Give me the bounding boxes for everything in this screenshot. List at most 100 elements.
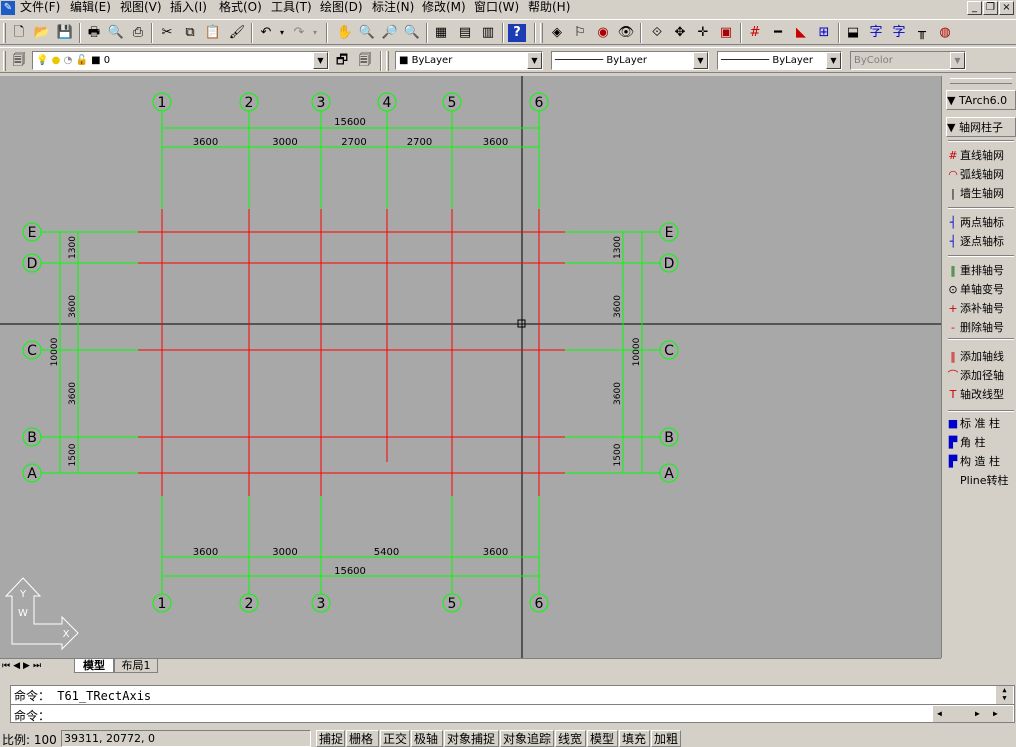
chevron-down-icon[interactable]: ▼	[313, 52, 328, 69]
tarch-icon-17[interactable]: ◍	[936, 24, 954, 42]
panel-splitter[interactable]	[941, 76, 945, 658]
menu-view[interactable]: 视图(V)	[120, 0, 162, 16]
tarch-icon-5[interactable]: ⟐	[648, 24, 666, 42]
layer-combo[interactable]: 💡 ● ◔ 🔓 ■ 0 ▼	[32, 51, 329, 70]
panel-item-9[interactable]: ‖ 添加轴线	[946, 348, 1016, 366]
move-icon[interactable]: ✥	[671, 24, 689, 42]
tarch-icon-3[interactable]: ◉	[594, 24, 612, 42]
panel-item-13[interactable]: ▛ 角 柱	[946, 434, 1016, 452]
lineweight-combo[interactable]: ──────── ByLayer ▼	[717, 51, 842, 70]
status-button-1[interactable]: 栅格	[346, 730, 379, 747]
panel-item-10[interactable]: ⌒ 添加径轴	[946, 367, 1016, 385]
publish-icon[interactable]: ⎙	[129, 24, 147, 42]
panel-item-12[interactable]: ■ 标 准 柱	[946, 415, 1016, 433]
menu-edit[interactable]: 编辑(E)	[70, 0, 111, 16]
panel-item-14[interactable]: ▛ 构 造 柱	[946, 453, 1016, 471]
undo-icon[interactable]: ↶	[257, 24, 275, 42]
panel-section[interactable]: ▼ 轴网柱子	[946, 117, 1016, 137]
menu-dimension[interactable]: 标注(N)	[372, 0, 414, 16]
print-preview-icon[interactable]: 🔍	[107, 24, 125, 42]
panel-item-3[interactable]: ┤ 两点轴标	[946, 214, 1016, 232]
plotstyle-combo[interactable]: ByColor ▼	[850, 51, 966, 70]
panel-title[interactable]: ▼ TArch6.0	[946, 90, 1016, 110]
status-button-7[interactable]: 模型	[587, 730, 618, 747]
design-center-icon[interactable]: ▤	[456, 24, 474, 42]
close-button[interactable]: ×	[999, 1, 1014, 15]
paste-icon[interactable]: 📋	[204, 24, 222, 42]
make-current-layer-icon[interactable]: 🗗	[333, 52, 351, 70]
dimension-icon[interactable]: ╥	[913, 24, 931, 42]
text-style-icon[interactable]: 字	[890, 24, 908, 42]
menu-window[interactable]: 窗口(W)	[474, 0, 519, 16]
tab-layout1[interactable]: 布局1	[114, 659, 158, 673]
chevron-down-icon[interactable]: ▼	[950, 52, 965, 69]
grid-axis-icon[interactable]: #	[746, 24, 764, 42]
status-button-0[interactable]: 捕捉	[316, 730, 345, 747]
window-icon[interactable]: ◣	[792, 24, 810, 42]
panel-grip[interactable]	[950, 78, 1012, 84]
toolbar-grip[interactable]	[3, 23, 6, 43]
status-button-8[interactable]: 填充	[619, 730, 650, 747]
chevron-down-icon[interactable]: ▼	[527, 52, 542, 69]
menu-file[interactable]: 文件(F)	[20, 0, 60, 16]
redo-icon[interactable]: ↷	[290, 24, 308, 42]
status-button-5[interactable]: 对象追踪	[500, 730, 554, 747]
tarch-icon-13[interactable]: ⬓	[844, 24, 862, 42]
panel-item-5[interactable]: ‖ 重排轴号	[946, 262, 1016, 280]
command-prompt[interactable]: 命令：	[14, 707, 50, 724]
panel-item-8[interactable]: - 删除轴号	[946, 319, 1016, 337]
app-icon[interactable]: ✎	[1, 1, 15, 15]
restore-button[interactable]: ❐	[983, 1, 998, 15]
open-folder-icon[interactable]: 📂	[33, 24, 51, 42]
color-combo[interactable]: ■ ByLayer ▼	[395, 51, 543, 70]
move-cross-icon[interactable]: ✛	[694, 24, 712, 42]
coordinates-readout[interactable]: 39311, 20772, 0	[61, 730, 311, 747]
chevron-down-icon[interactable]: ▼	[693, 52, 708, 69]
panel-item-2[interactable]: | 墙生轴网	[946, 185, 1016, 203]
panel-item-11[interactable]: T 轴改线型	[946, 386, 1016, 404]
redo-dropdown-icon[interactable]: ▾	[311, 24, 319, 42]
zoom-realtime-icon[interactable]: 🔍	[358, 24, 376, 42]
status-button-2[interactable]: 正交	[380, 730, 410, 747]
command-window[interactable]: 命令： T61_TRectAxis 命令： ▲ ▼ ◀ ▶ ▶	[10, 685, 1015, 723]
menu-modify[interactable]: 修改(M)	[422, 0, 466, 16]
panel-item-0[interactable]: # 直线轴网	[946, 147, 1016, 165]
status-button-9[interactable]: 加粗	[651, 730, 681, 747]
panel-item-7[interactable]: + 添补轴号	[946, 300, 1016, 318]
match-properties-icon[interactable]: 🖌	[228, 24, 246, 42]
menu-format[interactable]: 格式(O)	[219, 0, 262, 16]
properties-icon[interactable]: ▦	[432, 24, 450, 42]
wall-icon[interactable]: ━	[769, 24, 787, 42]
panel-item-15[interactable]: Pline转柱	[946, 472, 1016, 490]
pan-realtime-icon[interactable]: ✋	[336, 24, 354, 42]
column-icon[interactable]: ⊞	[815, 24, 833, 42]
layers-icon[interactable]: 🗐	[10, 52, 28, 70]
tarch-icon-2[interactable]: ⚐	[571, 24, 589, 42]
zoom-window-icon[interactable]: 🔎	[381, 24, 399, 42]
new-file-icon[interactable]: 🗋	[10, 24, 28, 42]
tab-nav-arrows[interactable]: ⏮◀▶⏭	[2, 660, 44, 672]
menu-draw[interactable]: 绘图(D)	[320, 0, 363, 16]
chevron-down-icon[interactable]: ▼	[826, 52, 841, 69]
print-icon[interactable]: 🖶	[85, 24, 103, 42]
command-hscrollbar[interactable]: ◀ ▶ ▶	[933, 706, 1013, 722]
panel-item-6[interactable]: ⊙ 单轴变号	[946, 281, 1016, 299]
drawing-canvas[interactable]: 15600 3600 3000 2700 2700 3600 1 2 3 4 5 6 3600 3000 5…	[0, 76, 941, 658]
status-button-4[interactable]: 对象捕捉	[444, 730, 499, 747]
tool-palettes-icon[interactable]: ▥	[479, 24, 497, 42]
save-icon[interactable]: 💾	[56, 24, 74, 42]
menu-help[interactable]: 帮助(H)	[528, 0, 570, 16]
menu-insert[interactable]: 插入(I)	[170, 0, 207, 16]
panel-item-4[interactable]: ┤ 逐点轴标	[946, 233, 1016, 251]
copy-icon[interactable]: ⧉	[181, 24, 199, 42]
status-button-6[interactable]: 线宽	[555, 730, 586, 747]
cut-icon[interactable]: ✂	[158, 24, 176, 42]
layer-previous-icon[interactable]: 🗐	[356, 52, 374, 70]
tarch-icon-8[interactable]: ▣	[717, 24, 735, 42]
linetype-combo[interactable]: ──────── ByLayer ▼	[551, 51, 709, 70]
zoom-previous-icon[interactable]: 🔍	[403, 24, 421, 42]
menu-tools[interactable]: 工具(T)	[271, 0, 312, 16]
undo-dropdown-icon[interactable]: ▾	[278, 24, 286, 42]
tarch-icon-1[interactable]: ◈	[548, 24, 566, 42]
help-icon[interactable]: ?	[508, 24, 526, 42]
